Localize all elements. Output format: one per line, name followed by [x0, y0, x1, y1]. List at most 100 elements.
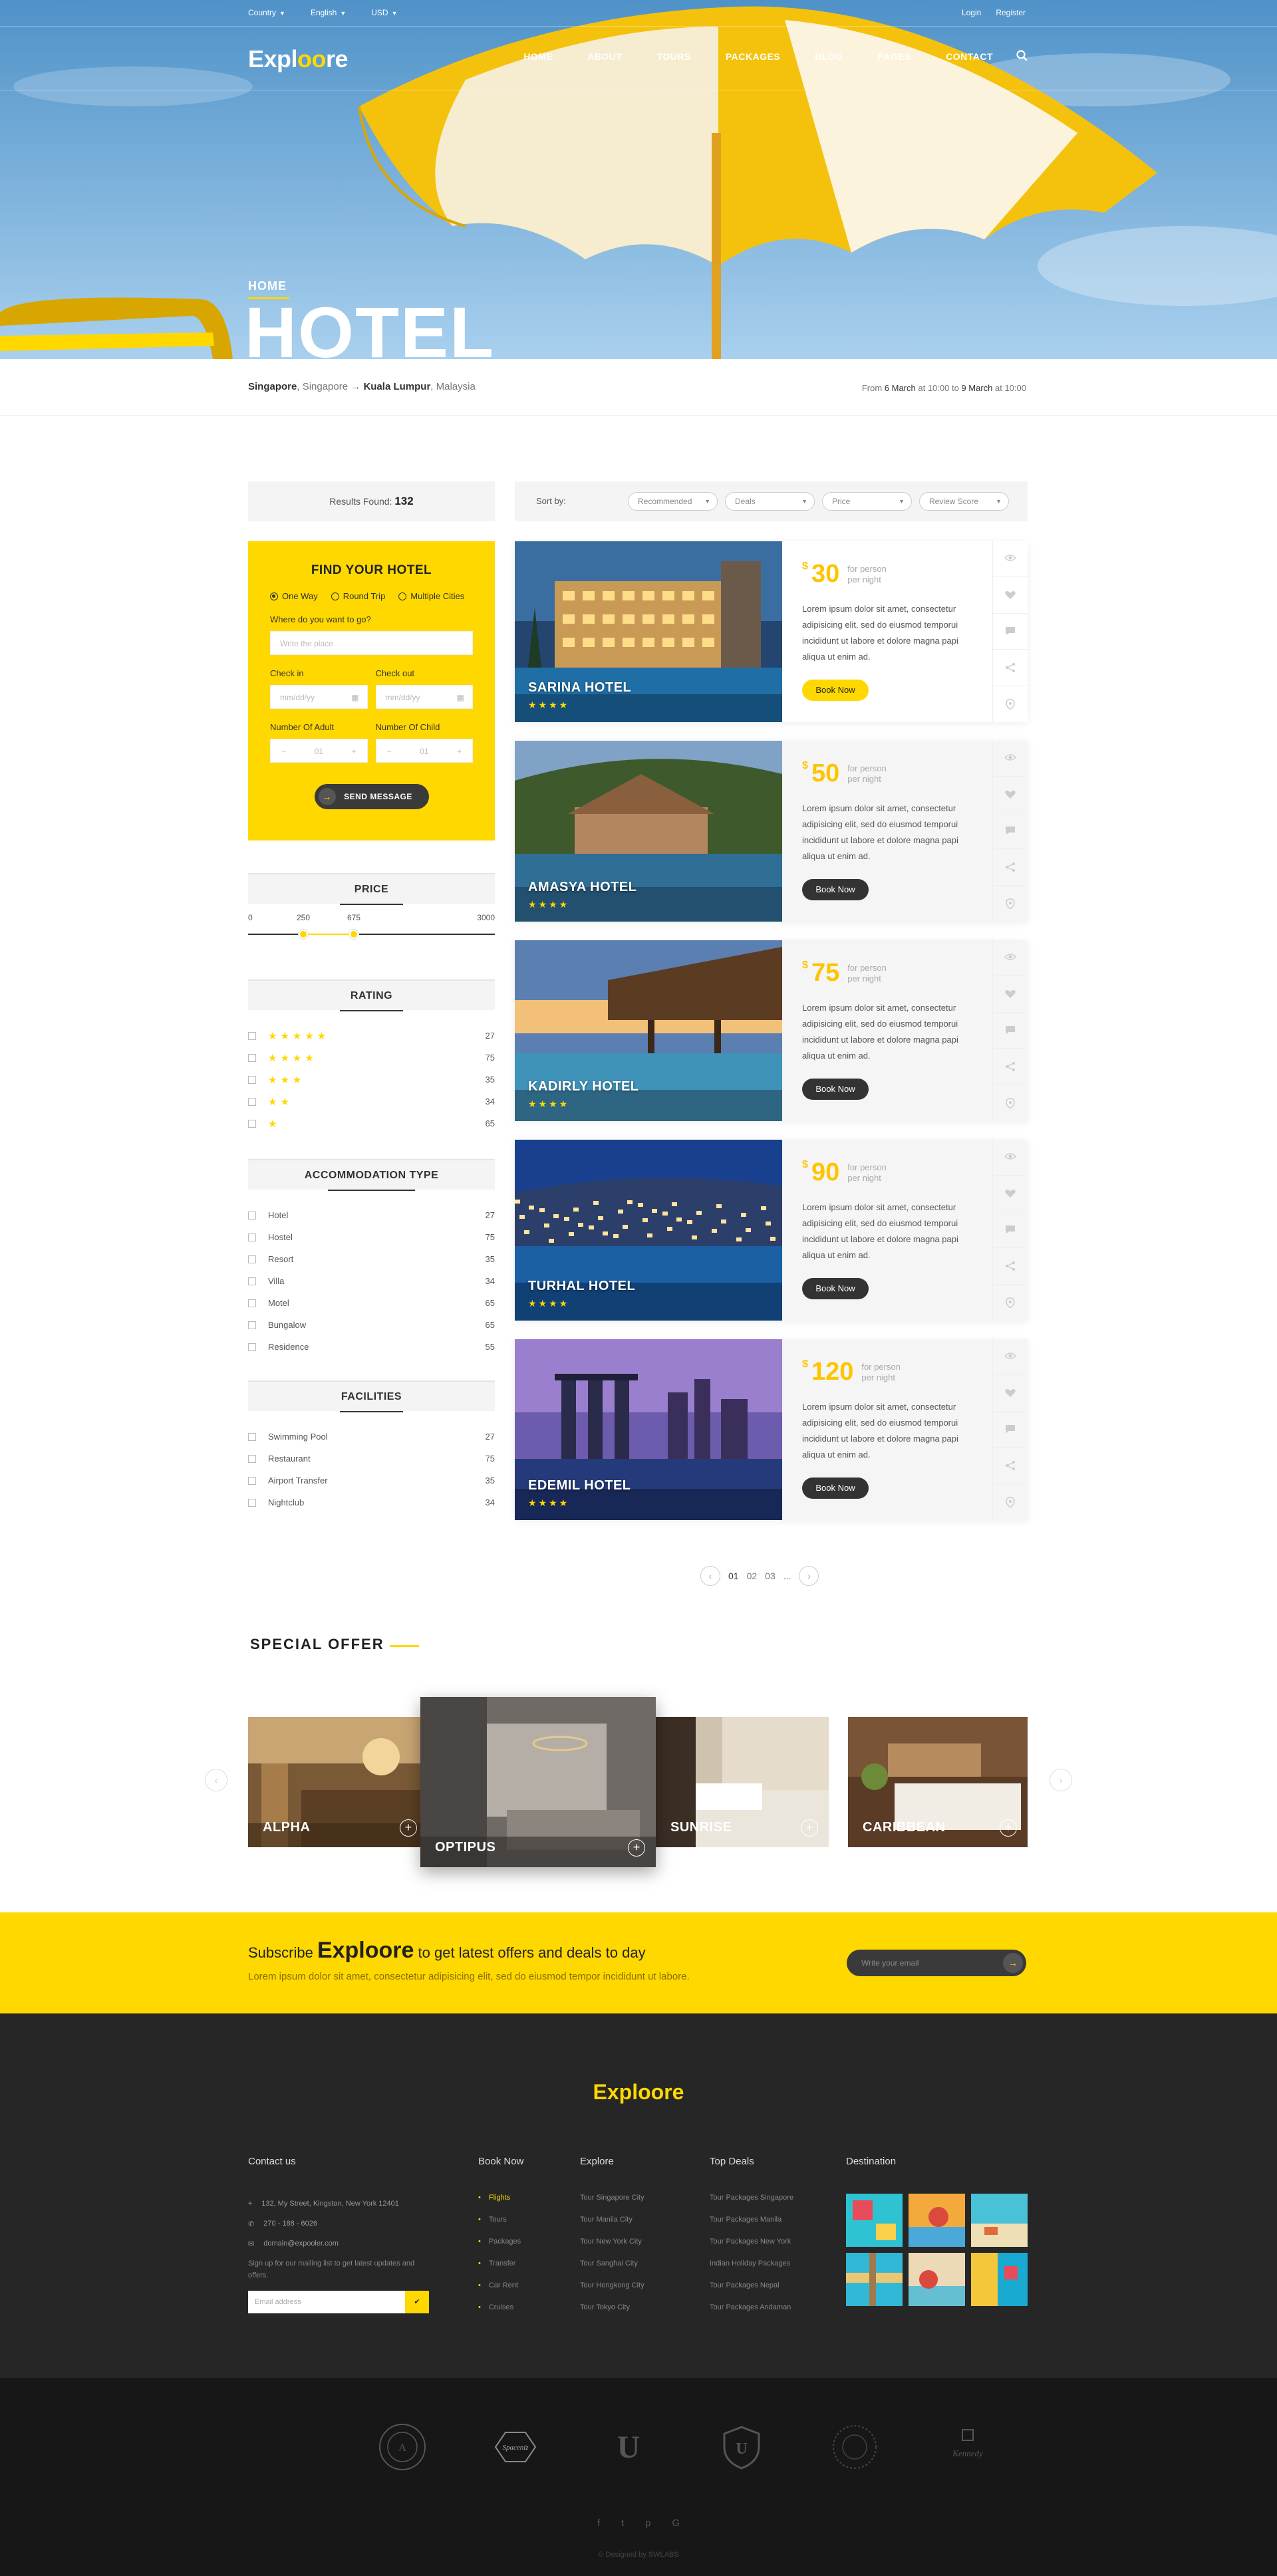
- hotel-image[interactable]: SARINA HOTEL ★★★★: [515, 541, 782, 722]
- radio-round-trip[interactable]: Round Trip: [331, 591, 385, 601]
- footer-link[interactable]: Tour Singapore City: [580, 2194, 644, 2216]
- checkbox[interactable]: [248, 1075, 256, 1084]
- sort-deals-select[interactable]: Deals ▼: [725, 492, 815, 511]
- minus-button[interactable]: −: [387, 739, 392, 762]
- share-button[interactable]: [993, 849, 1028, 886]
- currency-select[interactable]: USD ▼: [371, 8, 397, 17]
- footer-link[interactable]: Tour New York City: [580, 2238, 644, 2259]
- footer-link[interactable]: Tour Manila City: [580, 2216, 644, 2238]
- language-select[interactable]: English ▼: [311, 8, 346, 17]
- map-pin-button[interactable]: [993, 886, 1028, 922]
- rating_filter-option[interactable]: ★★ 34: [248, 1091, 495, 1112]
- comment-button[interactable]: [993, 1013, 1028, 1049]
- footer-logo[interactable]: Exploore: [0, 2080, 1277, 2105]
- footer-link[interactable]: Tour Packages Manila: [710, 2216, 793, 2238]
- nav-item-packages[interactable]: PACKAGES: [726, 51, 780, 62]
- accommodation-option[interactable]: Bungalow 65: [248, 1314, 495, 1336]
- eye-button[interactable]: [993, 741, 1028, 777]
- destination-thumb[interactable]: [971, 2253, 1028, 2306]
- checkbox[interactable]: [248, 1343, 256, 1351]
- facilities-option[interactable]: Nightclub 34: [248, 1491, 495, 1513]
- book-now-button[interactable]: Book Now: [802, 1278, 869, 1299]
- eye-button[interactable]: [993, 1140, 1028, 1176]
- pinterest-icon[interactable]: p: [645, 2517, 650, 2529]
- site-logo[interactable]: Exploore: [248, 45, 349, 73]
- radio-one-way[interactable]: One Way: [270, 591, 318, 601]
- comment-button[interactable]: [993, 1412, 1028, 1448]
- map-pin-button[interactable]: [993, 1285, 1028, 1321]
- next-page-button[interactable]: ›: [799, 1566, 819, 1586]
- checkbox[interactable]: [248, 1321, 256, 1329]
- footer-link[interactable]: Tour Packages New York: [710, 2238, 793, 2259]
- checkbox[interactable]: [248, 1299, 256, 1307]
- prev-page-button[interactable]: ‹: [700, 1566, 720, 1586]
- offer-card-alpha[interactable]: ALPHA +: [248, 1717, 428, 1847]
- map-pin-button[interactable]: [993, 686, 1028, 722]
- footer-link[interactable]: Cruises: [478, 2303, 523, 2325]
- checkbox[interactable]: [248, 1031, 256, 1040]
- destination-thumb[interactable]: [909, 2253, 965, 2306]
- facilities-option[interactable]: Restaurant 75: [248, 1448, 495, 1470]
- footer-link[interactable]: Indian Holiday Packages: [710, 2259, 793, 2281]
- heart-button[interactable]: [993, 1176, 1028, 1212]
- facilities-option[interactable]: Swimming Pool 27: [248, 1426, 495, 1448]
- destination-thumb[interactable]: [909, 2194, 965, 2247]
- plus-icon[interactable]: +: [628, 1839, 645, 1857]
- sort-recommended-select[interactable]: Recommended ▼: [628, 492, 718, 511]
- checkbox[interactable]: [248, 1211, 256, 1220]
- accommodation-option[interactable]: Hotel 27: [248, 1204, 495, 1226]
- plus-icon[interactable]: +: [1000, 1819, 1017, 1837]
- checkbox[interactable]: [248, 1097, 256, 1106]
- footer-link[interactable]: Car Rent: [478, 2281, 523, 2303]
- hotel-image[interactable]: EDEMIL HOTEL ★★★★: [515, 1339, 782, 1520]
- footer-link[interactable]: Tour Tokyo City: [580, 2303, 644, 2325]
- hotel-image[interactable]: KADIRLY HOTEL ★★★★: [515, 940, 782, 1121]
- accommodation-option[interactable]: Hostel 75: [248, 1226, 495, 1248]
- book-now-button[interactable]: Book Now: [802, 680, 869, 701]
- search-icon[interactable]: [1016, 49, 1029, 63]
- eye-button[interactable]: [993, 1339, 1028, 1376]
- twitter-icon[interactable]: t: [621, 2517, 624, 2529]
- map-pin-button[interactable]: [993, 1484, 1028, 1520]
- rating_filter-option[interactable]: ★★★ 35: [248, 1069, 495, 1091]
- register-link[interactable]: Register: [996, 8, 1026, 17]
- checkbox[interactable]: [248, 1432, 256, 1441]
- slider-handle-min[interactable]: [299, 930, 308, 939]
- comment-button[interactable]: [993, 1212, 1028, 1249]
- rating_filter-option[interactable]: ★★★★ 75: [248, 1047, 495, 1069]
- google-plus-icon[interactable]: G: [672, 2517, 680, 2529]
- comment-button[interactable]: [993, 614, 1028, 650]
- carousel-next-button[interactable]: ›: [1050, 1769, 1072, 1791]
- where-input[interactable]: Write the place: [270, 631, 473, 655]
- plus-icon[interactable]: +: [400, 1819, 417, 1837]
- offer-card-sunrise[interactable]: SUNRISE +: [656, 1717, 829, 1847]
- map-pin-button[interactable]: [993, 1085, 1028, 1121]
- footer-link[interactable]: Transfer: [478, 2259, 523, 2281]
- checkin-input[interactable]: mm/dd/yy ▦: [270, 685, 368, 709]
- accommodation-option[interactable]: Resort 35: [248, 1248, 495, 1270]
- heart-button[interactable]: [993, 777, 1028, 813]
- subscribe-email-input[interactable]: Write your email →: [847, 1950, 1026, 1976]
- hotel-name[interactable]: TURHAL HOTEL: [528, 1279, 635, 1294]
- footer-link[interactable]: Tour Packages Andaman: [710, 2303, 793, 2325]
- footer-link[interactable]: Flights: [478, 2194, 523, 2216]
- hotel-name[interactable]: EDEMIL HOTEL: [528, 1478, 631, 1493]
- footer-link[interactable]: Tours: [478, 2216, 523, 2238]
- accommodation-option[interactable]: Motel 65: [248, 1292, 495, 1314]
- nav-item-blog[interactable]: BLOG: [815, 51, 843, 62]
- checkbox[interactable]: [248, 1498, 256, 1507]
- facilities-option[interactable]: Airport Transfer 35: [248, 1470, 495, 1491]
- heart-button[interactable]: [993, 577, 1028, 614]
- carousel-prev-button[interactable]: ‹: [205, 1769, 227, 1791]
- price-range-slider[interactable]: 0 250 675 3000: [248, 913, 495, 953]
- page-link[interactable]: 02: [747, 1571, 758, 1581]
- accommodation-option[interactable]: Villa 34: [248, 1270, 495, 1292]
- nav-item-tours[interactable]: TOURS: [657, 51, 691, 62]
- accommodation-option[interactable]: Residence 55: [248, 1336, 495, 1358]
- share-button[interactable]: [993, 1248, 1028, 1285]
- book-now-button[interactable]: Book Now: [802, 1478, 869, 1499]
- eye-button[interactable]: [993, 541, 1028, 578]
- checkbox[interactable]: [248, 1277, 256, 1285]
- book-now-button[interactable]: Book Now: [802, 879, 869, 900]
- subscribe-submit-button[interactable]: →: [1003, 1953, 1023, 1973]
